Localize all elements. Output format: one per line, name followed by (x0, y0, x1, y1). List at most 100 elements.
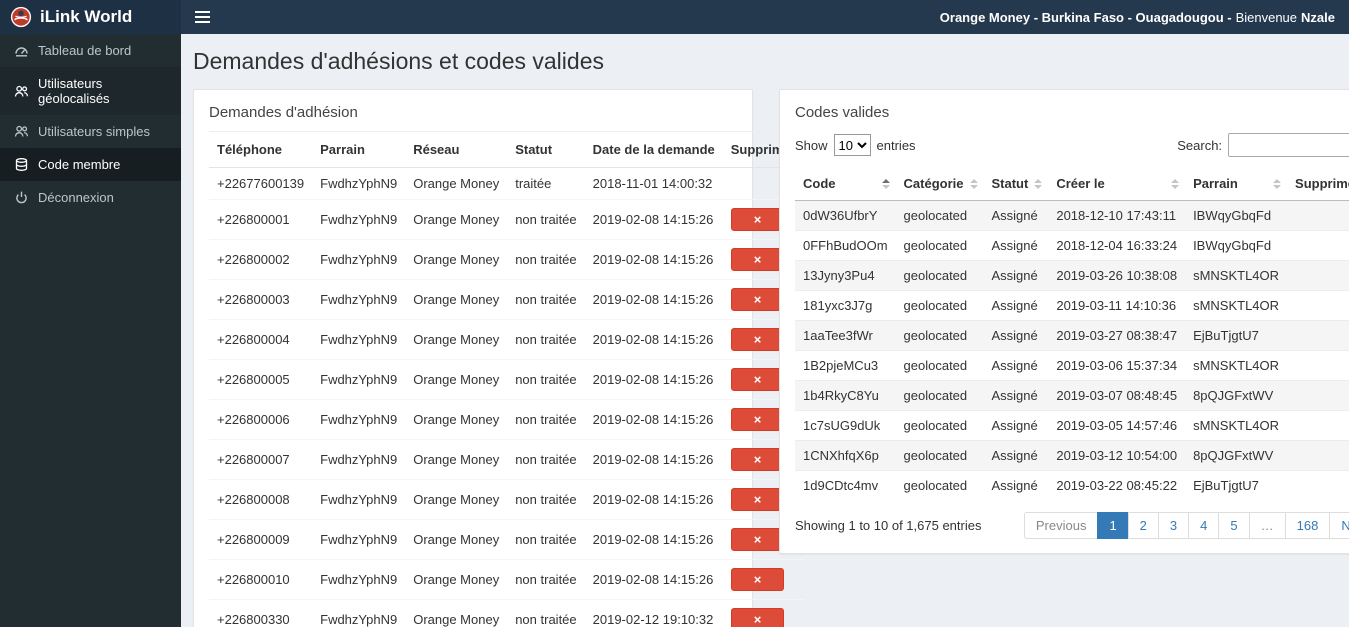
delete-button[interactable]: × (730, 408, 785, 431)
table-row: 1d9CDtc4mv geolocated Assigné 2019-03-22 08… (795, 470, 1349, 500)
delete-button[interactable]: × (730, 488, 785, 511)
cell: 1d9CDtc4mv (795, 470, 896, 500)
cell-reseau: Orange Money (405, 319, 508, 360)
page-button-…: … (1248, 512, 1286, 539)
delete-button[interactable]: × (730, 568, 785, 591)
page-button-1[interactable]: 1 (1097, 512, 1129, 539)
cell-supprimer (1287, 200, 1349, 231)
table-row: +226800005 FwdhzYphN9 Orange Money non trai… (209, 359, 804, 400)
sidebar-item-utilisateurs-simples[interactable]: Utilisateurs simples (0, 115, 181, 148)
user-info: Orange Money - Burkina Faso - Ouagadougo… (940, 10, 1349, 25)
delete-button[interactable]: × (730, 328, 785, 351)
delete-button[interactable]: × (730, 448, 785, 471)
brand[interactable]: iLink World (0, 0, 181, 34)
sortable-column-header[interactable]: Supprimer (1287, 167, 1349, 201)
cell: geolocated (895, 410, 984, 441)
codes-table: Code Catégorie Statut Créer le Parrain Suppri… (795, 167, 1349, 500)
cell: Assigné (983, 440, 1049, 471)
cell-date: 2019-02-08 14:15:26 (584, 199, 723, 240)
cell: 2019-03-07 08:48:45 (1048, 380, 1186, 411)
table-row: 0dW36UfbrY geolocated Assigné 2018-12-10 17… (795, 200, 1349, 231)
cell-reseau: Orange Money (405, 559, 508, 600)
cell-statut: non traitée (507, 399, 585, 440)
cell-reseau: Orange Money (405, 599, 508, 627)
cell-date: 2018-11-01 14:00:32 (584, 167, 723, 200)
cell-parrain: FwdhzYphN9 (312, 359, 406, 400)
top-nav: Orange Money - Burkina Faso - Ouagadougo… (181, 0, 1349, 34)
sortable-column-header[interactable]: Statut (983, 167, 1049, 201)
cell: 2019-03-05 14:57:46 (1048, 410, 1186, 441)
cell: 2019-03-27 08:38:47 (1048, 320, 1186, 351)
page-button-2[interactable]: 2 (1127, 512, 1159, 539)
cell-telephone: +226800007 (209, 439, 313, 480)
cell-telephone: +226800002 (209, 239, 313, 280)
cell-date: 2019-02-08 14:15:26 (584, 479, 723, 520)
page-button-168[interactable]: 168 (1284, 512, 1331, 539)
cell: EjBuTjgtU7 (1185, 470, 1288, 500)
sort-icon (1171, 178, 1180, 189)
page-button-5[interactable]: 5 (1218, 512, 1250, 539)
delete-button[interactable]: × (730, 288, 785, 311)
cell-supprimer (1287, 320, 1349, 351)
table-row: +226800002 FwdhzYphN9 Orange Money non trai… (209, 239, 804, 280)
table-info-text: Showing 1 to 10 of 1,675 entries (795, 518, 982, 533)
cell-parrain: FwdhzYphN9 (312, 167, 406, 200)
column-header: Parrain (312, 131, 406, 168)
sidebar-item-deconnexion[interactable]: Déconnexion (0, 181, 181, 214)
page-length-select[interactable]: 10 (833, 134, 871, 156)
cell-supprimer (1287, 410, 1349, 441)
database-icon (15, 158, 28, 171)
cell: 2019-03-12 10:54:00 (1048, 440, 1186, 471)
cell-date: 2019-02-08 14:15:26 (584, 359, 723, 400)
page-button-4[interactable]: 4 (1188, 512, 1220, 539)
cell-supprimer (1287, 440, 1349, 471)
sortable-column-header[interactable]: Code (795, 167, 896, 201)
sidebar-item-code-membre[interactable]: Code membre (0, 148, 181, 181)
table-row: +226800009 FwdhzYphN9 Orange Money non trai… (209, 519, 804, 560)
delete-button[interactable]: × (730, 528, 785, 551)
table-row: 1CNXhfqX6p geolocated Assigné 2019-03-12 10… (795, 440, 1349, 471)
cell-statut: non traitée (507, 559, 585, 600)
table-row: +226800008 FwdhzYphN9 Orange Money non trai… (209, 479, 804, 520)
sidebar-item-utilisateurs-geolocalises[interactable]: Utilisateurs géolocalisés (0, 67, 181, 115)
main-content: Demandes d'adhésions et codes valides De… (181, 34, 1349, 627)
table-row: +226800003 FwdhzYphN9 Orange Money non trai… (209, 279, 804, 320)
cell-reseau: Orange Money (405, 479, 508, 520)
cell: Assigné (983, 290, 1049, 321)
cell: sMNSKTL4OR (1185, 290, 1288, 321)
cell: geolocated (895, 380, 984, 411)
delete-button[interactable]: × (730, 208, 785, 231)
cell-telephone: +226800004 (209, 319, 313, 360)
delete-button[interactable]: × (730, 368, 785, 391)
page-button-3[interactable]: 3 (1157, 512, 1190, 539)
cell: IBWqyGbqFd (1185, 200, 1288, 231)
search-input[interactable] (1228, 133, 1349, 157)
column-header: Réseau (405, 131, 508, 168)
sortable-column-header[interactable]: Catégorie (895, 167, 984, 201)
delete-button[interactable]: × (730, 608, 785, 627)
cell: Assigné (983, 320, 1049, 351)
adhesions-table: Téléphone Parrain Réseau Statut Date de la d… (209, 131, 804, 627)
cell-reseau: Orange Money (405, 279, 508, 320)
adhesions-header-row: Téléphone Parrain Réseau Statut Date de la d… (209, 131, 804, 168)
page-title: Demandes d'adhésions et codes valides (193, 48, 604, 74)
sidebar-toggle-button[interactable] (181, 0, 224, 34)
delete-button[interactable]: × (730, 248, 785, 271)
cell-telephone: +226800003 (209, 279, 313, 320)
cell: IBWqyGbqFd (1185, 230, 1288, 261)
cell: sMNSKTL4OR (1185, 260, 1288, 291)
column-header: Statut (507, 131, 585, 168)
sidebar: Tableau de bord Utilisateurs géolocalisé… (0, 34, 181, 627)
cell-date: 2019-02-08 14:15:26 (584, 279, 723, 320)
sortable-column-header[interactable]: Créer le (1048, 167, 1186, 201)
codes-table-body: 0dW36UfbrY geolocated Assigné 2018-12-10 17… (795, 200, 1349, 500)
username-text: Nzale (1301, 9, 1335, 25)
sidebar-item-label: Code membre (38, 157, 121, 172)
page-button-next[interactable]: Next (1329, 512, 1349, 539)
cell-parrain: FwdhzYphN9 (312, 479, 406, 520)
cell-parrain: FwdhzYphN9 (312, 319, 406, 360)
sortable-column-header[interactable]: Parrain (1185, 167, 1288, 201)
cell-supprimer (1287, 350, 1349, 381)
sidebar-item-tableau-de-bord[interactable]: Tableau de bord (0, 34, 181, 67)
cell-date: 2019-02-08 14:15:26 (584, 559, 723, 600)
